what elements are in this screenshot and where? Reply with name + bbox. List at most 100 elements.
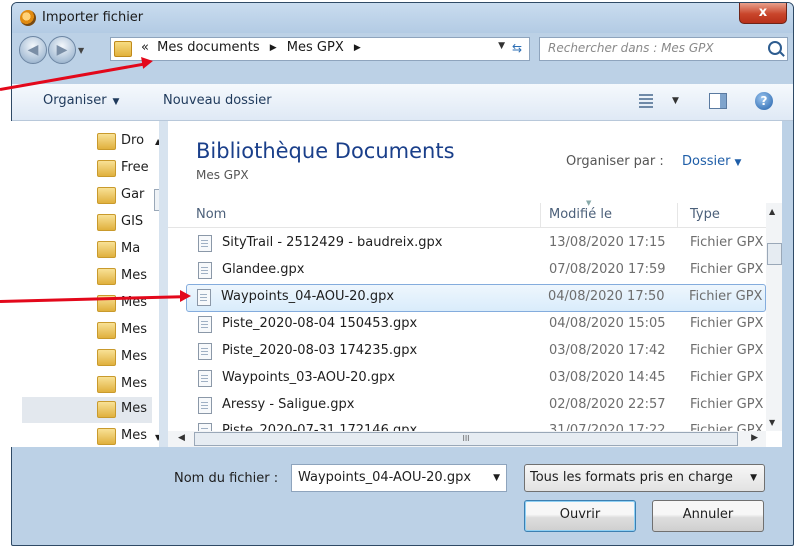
organize-menu[interactable]: Organiser ▼ xyxy=(43,93,119,108)
document-icon xyxy=(198,316,212,333)
breadcrumb-separator-icon[interactable]: ▶ xyxy=(354,43,361,53)
history-dropdown-icon[interactable]: ▼ xyxy=(78,46,84,55)
file-row[interactable]: Glandee.gpx 07/08/2020 17:59 Fichier GPX xyxy=(188,258,766,284)
tree-item-label: Mes xyxy=(121,401,147,416)
scroll-thumb[interactable]: III xyxy=(194,432,738,446)
cancel-button[interactable]: Annuler xyxy=(652,500,764,532)
column-header-modified[interactable]: Modifié le xyxy=(549,207,612,222)
filename-value[interactable]: Waypoints_04-AOU-20.gpx xyxy=(298,470,471,485)
tree-item-label: Mes xyxy=(121,428,147,443)
library-title: Bibliothèque Documents xyxy=(196,139,455,163)
search-box[interactable]: Rechercher dans : Mes GPX xyxy=(539,37,788,61)
scroll-thumb[interactable] xyxy=(767,243,782,265)
document-icon xyxy=(198,423,212,431)
title-bar[interactable]: Importer fichier x xyxy=(12,3,793,33)
tree-item-label: Gar xyxy=(121,187,145,202)
file-row[interactable]: SityTrail - 2512429 - baudreix.gpx 13/08… xyxy=(188,231,766,257)
forward-button[interactable]: ▶ xyxy=(48,36,76,64)
refresh-icon[interactable]: ⇆ xyxy=(508,39,526,57)
folder-icon xyxy=(97,268,116,285)
file-row[interactable]: Aressy - Saligue.gpx 02/08/2020 22:57 Fi… xyxy=(188,393,766,419)
breadcrumb-mes-documents[interactable]: Mes documents xyxy=(157,40,259,55)
file-list-pane: Bibliothèque Documents Mes GPX Organiser… xyxy=(168,121,782,447)
tree-item-label: Free xyxy=(121,160,149,175)
column-divider[interactable] xyxy=(677,203,678,227)
column-header-row: Nom ▼ Modifié le Type xyxy=(168,199,766,228)
dialog-footer: Nom du fichier : Waypoints_04-AOU-20.gpx… xyxy=(0,448,804,553)
file-row[interactable]: Waypoints_03-AOU-20.gpx 03/08/2020 14:45… xyxy=(188,366,766,392)
chevron-down-icon: ▼ xyxy=(112,97,120,107)
tree-item-label: Mes xyxy=(121,268,147,283)
file-date: 04/08/2020 15:05 xyxy=(549,316,666,331)
view-options-icon[interactable] xyxy=(639,94,653,108)
document-icon xyxy=(198,262,212,279)
organize-label: Organiser xyxy=(43,93,107,108)
scroll-down-icon[interactable]: ▼ xyxy=(769,418,775,427)
file-date: 31/07/2020 17:22 xyxy=(549,423,666,431)
preview-pane-icon[interactable] xyxy=(709,93,727,109)
file-row-selected[interactable]: Waypoints_04-AOU-20.gpx 04/08/2020 17:50… xyxy=(186,284,766,312)
folder-icon xyxy=(97,401,116,418)
close-button[interactable]: x xyxy=(739,3,787,24)
file-list-horizontal-scrollbar[interactable]: ◀ III ▶ xyxy=(168,431,766,447)
file-date: 07/08/2020 17:59 xyxy=(549,262,666,277)
file-type-filter-value: Tous les formats pris en charge xyxy=(530,470,733,485)
navigation-tree: Dro Free Gar GIS Ma Mes Mes Mes Mes Mes … xyxy=(11,121,170,447)
command-toolbar: Organiser ▼ Nouveau dossier ▼ ? xyxy=(12,84,793,121)
column-divider[interactable] xyxy=(540,203,541,227)
column-header-type[interactable]: Type xyxy=(690,207,720,222)
folder-icon xyxy=(97,133,116,150)
file-name: Waypoints_03-AOU-20.gpx xyxy=(222,370,396,385)
file-list-vertical-scrollbar[interactable]: ▲ ▼ xyxy=(766,203,782,431)
folder-icon xyxy=(114,41,132,57)
breadcrumb: « Mes documents ▶ Mes GPX ▶ xyxy=(141,40,367,55)
file-name: Glandee.gpx xyxy=(222,262,305,277)
file-type-filter[interactable]: Tous les formats pris en charge ▼ xyxy=(524,464,765,492)
address-dropdown-icon[interactable]: ▼ xyxy=(498,41,505,51)
pane-divider[interactable] xyxy=(159,121,168,447)
file-type: Fichier GPX xyxy=(690,343,764,358)
column-header-name[interactable]: Nom xyxy=(196,207,226,222)
chevron-down-icon[interactable]: ▼ xyxy=(672,96,679,106)
tree-item-label: Dro xyxy=(121,133,145,148)
breadcrumb-overflow[interactable]: « xyxy=(141,40,149,55)
file-type: Fichier GPX xyxy=(690,370,764,385)
help-icon[interactable]: ? xyxy=(755,92,773,110)
file-type: Fichier GPX xyxy=(690,316,764,331)
app-icon xyxy=(20,10,36,26)
chevron-down-icon[interactable]: ▼ xyxy=(493,473,500,483)
scroll-up-icon[interactable]: ▲ xyxy=(769,207,775,216)
search-input[interactable]: Rechercher dans : Mes GPX xyxy=(548,41,714,55)
arrow-head-icon xyxy=(180,290,191,302)
file-name: Piste_2020-08-03 174235.gpx xyxy=(222,343,418,358)
chevron-down-icon[interactable]: ▼ xyxy=(750,473,757,483)
folder-icon xyxy=(97,187,116,204)
file-type: Fichier GPX xyxy=(689,289,763,304)
address-bar[interactable]: « Mes documents ▶ Mes GPX ▶ ▼ ⇆ xyxy=(110,37,530,61)
file-type: Fichier GPX xyxy=(690,262,764,277)
filename-field[interactable]: Waypoints_04-AOU-20.gpx ▼ xyxy=(291,464,507,492)
scroll-left-icon[interactable]: ◀ xyxy=(178,433,185,443)
window-title: Importer fichier xyxy=(42,10,144,25)
tree-item-selected[interactable]: Mes xyxy=(22,397,170,423)
document-icon xyxy=(197,289,211,306)
search-icon[interactable] xyxy=(768,41,782,55)
library-subtitle: Mes GPX xyxy=(196,168,249,182)
breadcrumb-mes-gpx[interactable]: Mes GPX xyxy=(287,40,344,55)
file-date: 04/08/2020 17:50 xyxy=(548,289,665,304)
open-button[interactable]: Ouvrir xyxy=(524,500,636,532)
back-button[interactable]: ◀ xyxy=(19,36,47,64)
folder-icon xyxy=(97,428,116,445)
file-name: Piste_2020-08-04 150453.gpx xyxy=(222,316,418,331)
file-row[interactable]: Piste_2020-08-03 174235.gpx 03/08/2020 1… xyxy=(188,339,766,365)
new-folder-button[interactable]: Nouveau dossier xyxy=(163,93,272,108)
folder-icon xyxy=(97,214,116,231)
tree-item-label: Mes xyxy=(121,376,147,391)
scroll-right-icon[interactable]: ▶ xyxy=(751,433,758,443)
arrange-by-dropdown[interactable]: Dossier ▼ xyxy=(682,154,741,169)
file-row[interactable]: Piste_2020-08-04 150453.gpx 04/08/2020 1… xyxy=(188,312,766,338)
breadcrumb-separator-icon[interactable]: ▶ xyxy=(270,43,277,53)
navigation-bar: ◀ ▶ ▼ « Mes documents ▶ Mes GPX ▶ ▼ ⇆ Re… xyxy=(12,33,793,65)
document-icon xyxy=(198,235,212,252)
file-row[interactable]: Piste_2020-07-31 172146.gpx 31/07/2020 1… xyxy=(188,419,766,431)
